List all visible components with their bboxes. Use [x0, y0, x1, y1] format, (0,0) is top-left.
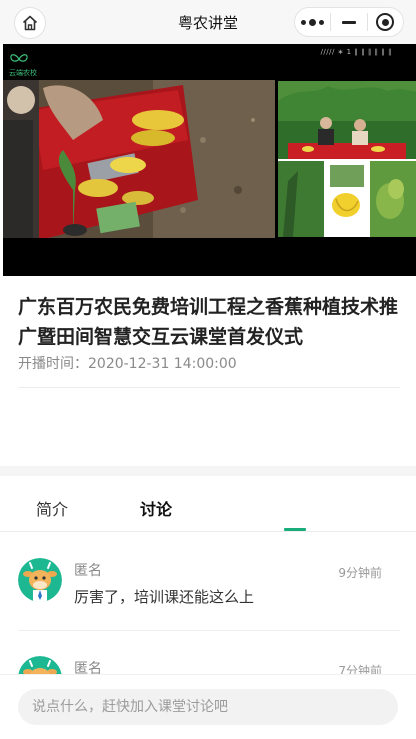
video-inset-scenes: [278, 81, 416, 237]
section-divider: [18, 387, 400, 388]
video-inset-panel: [278, 81, 416, 237]
comment-input-bar: [0, 674, 416, 739]
video-player[interactable]: 云端农校 ∕∕∕∕∕ ∗ 1 ∥ ∥ ∥ ∥ ∥ ∥: [3, 44, 416, 276]
course-title: 广东百万农民免费培训工程之香蕉种植技术推广暨田间智慧交互云课堂首发仪式: [18, 296, 399, 348]
video-top-caption: ∕∕∕∕∕ ∗ 1 ∥ ∥ ∥ ∥ ∥ ∥: [320, 48, 392, 56]
comment-text: 厉害了，培训课还能这么上: [74, 588, 255, 606]
comment-author: 匿名: [74, 563, 102, 579]
cartoon-cow-avatar-icon: [18, 558, 62, 602]
tab-bar: 简介 讨论: [0, 476, 416, 532]
more-button[interactable]: [295, 8, 330, 36]
target-close-icon: [376, 13, 395, 31]
close-button[interactable]: [368, 8, 403, 36]
active-tab-indicator: [284, 528, 306, 531]
live-start-time: 开播时间：2020-12-31 14:00:00: [18, 356, 237, 372]
minimize-button[interactable]: [331, 8, 366, 36]
more-dots-icon: [301, 18, 325, 26]
comment-input[interactable]: [18, 689, 398, 725]
video-logo: 云端农校: [9, 50, 37, 77]
comment-time: 9分钟前: [338, 566, 382, 580]
butterfly-logo-icon: [10, 54, 28, 62]
mini-program-capsule: [294, 7, 404, 37]
comment-divider: [18, 630, 400, 631]
tab-discussion[interactable]: 讨论: [140, 496, 172, 520]
tab-intro[interactable]: 简介: [36, 496, 68, 520]
navigation-bar: 粤农讲堂: [0, 0, 416, 44]
video-logo-text: 云端农校: [9, 69, 37, 77]
comment-item: 匿名 9分钟前 厉害了，培训课还能这么上: [0, 558, 416, 658]
page: 粤农讲堂 云端农校 ∕∕∕∕∕ ∗ 1 ∥ ∥ ∥ ∥ ∥ ∥ 广东百万农民免费…: [0, 0, 416, 739]
section-gap: [0, 466, 416, 476]
video-scene-presentation: [3, 80, 275, 238]
minimize-icon: [341, 20, 356, 24]
